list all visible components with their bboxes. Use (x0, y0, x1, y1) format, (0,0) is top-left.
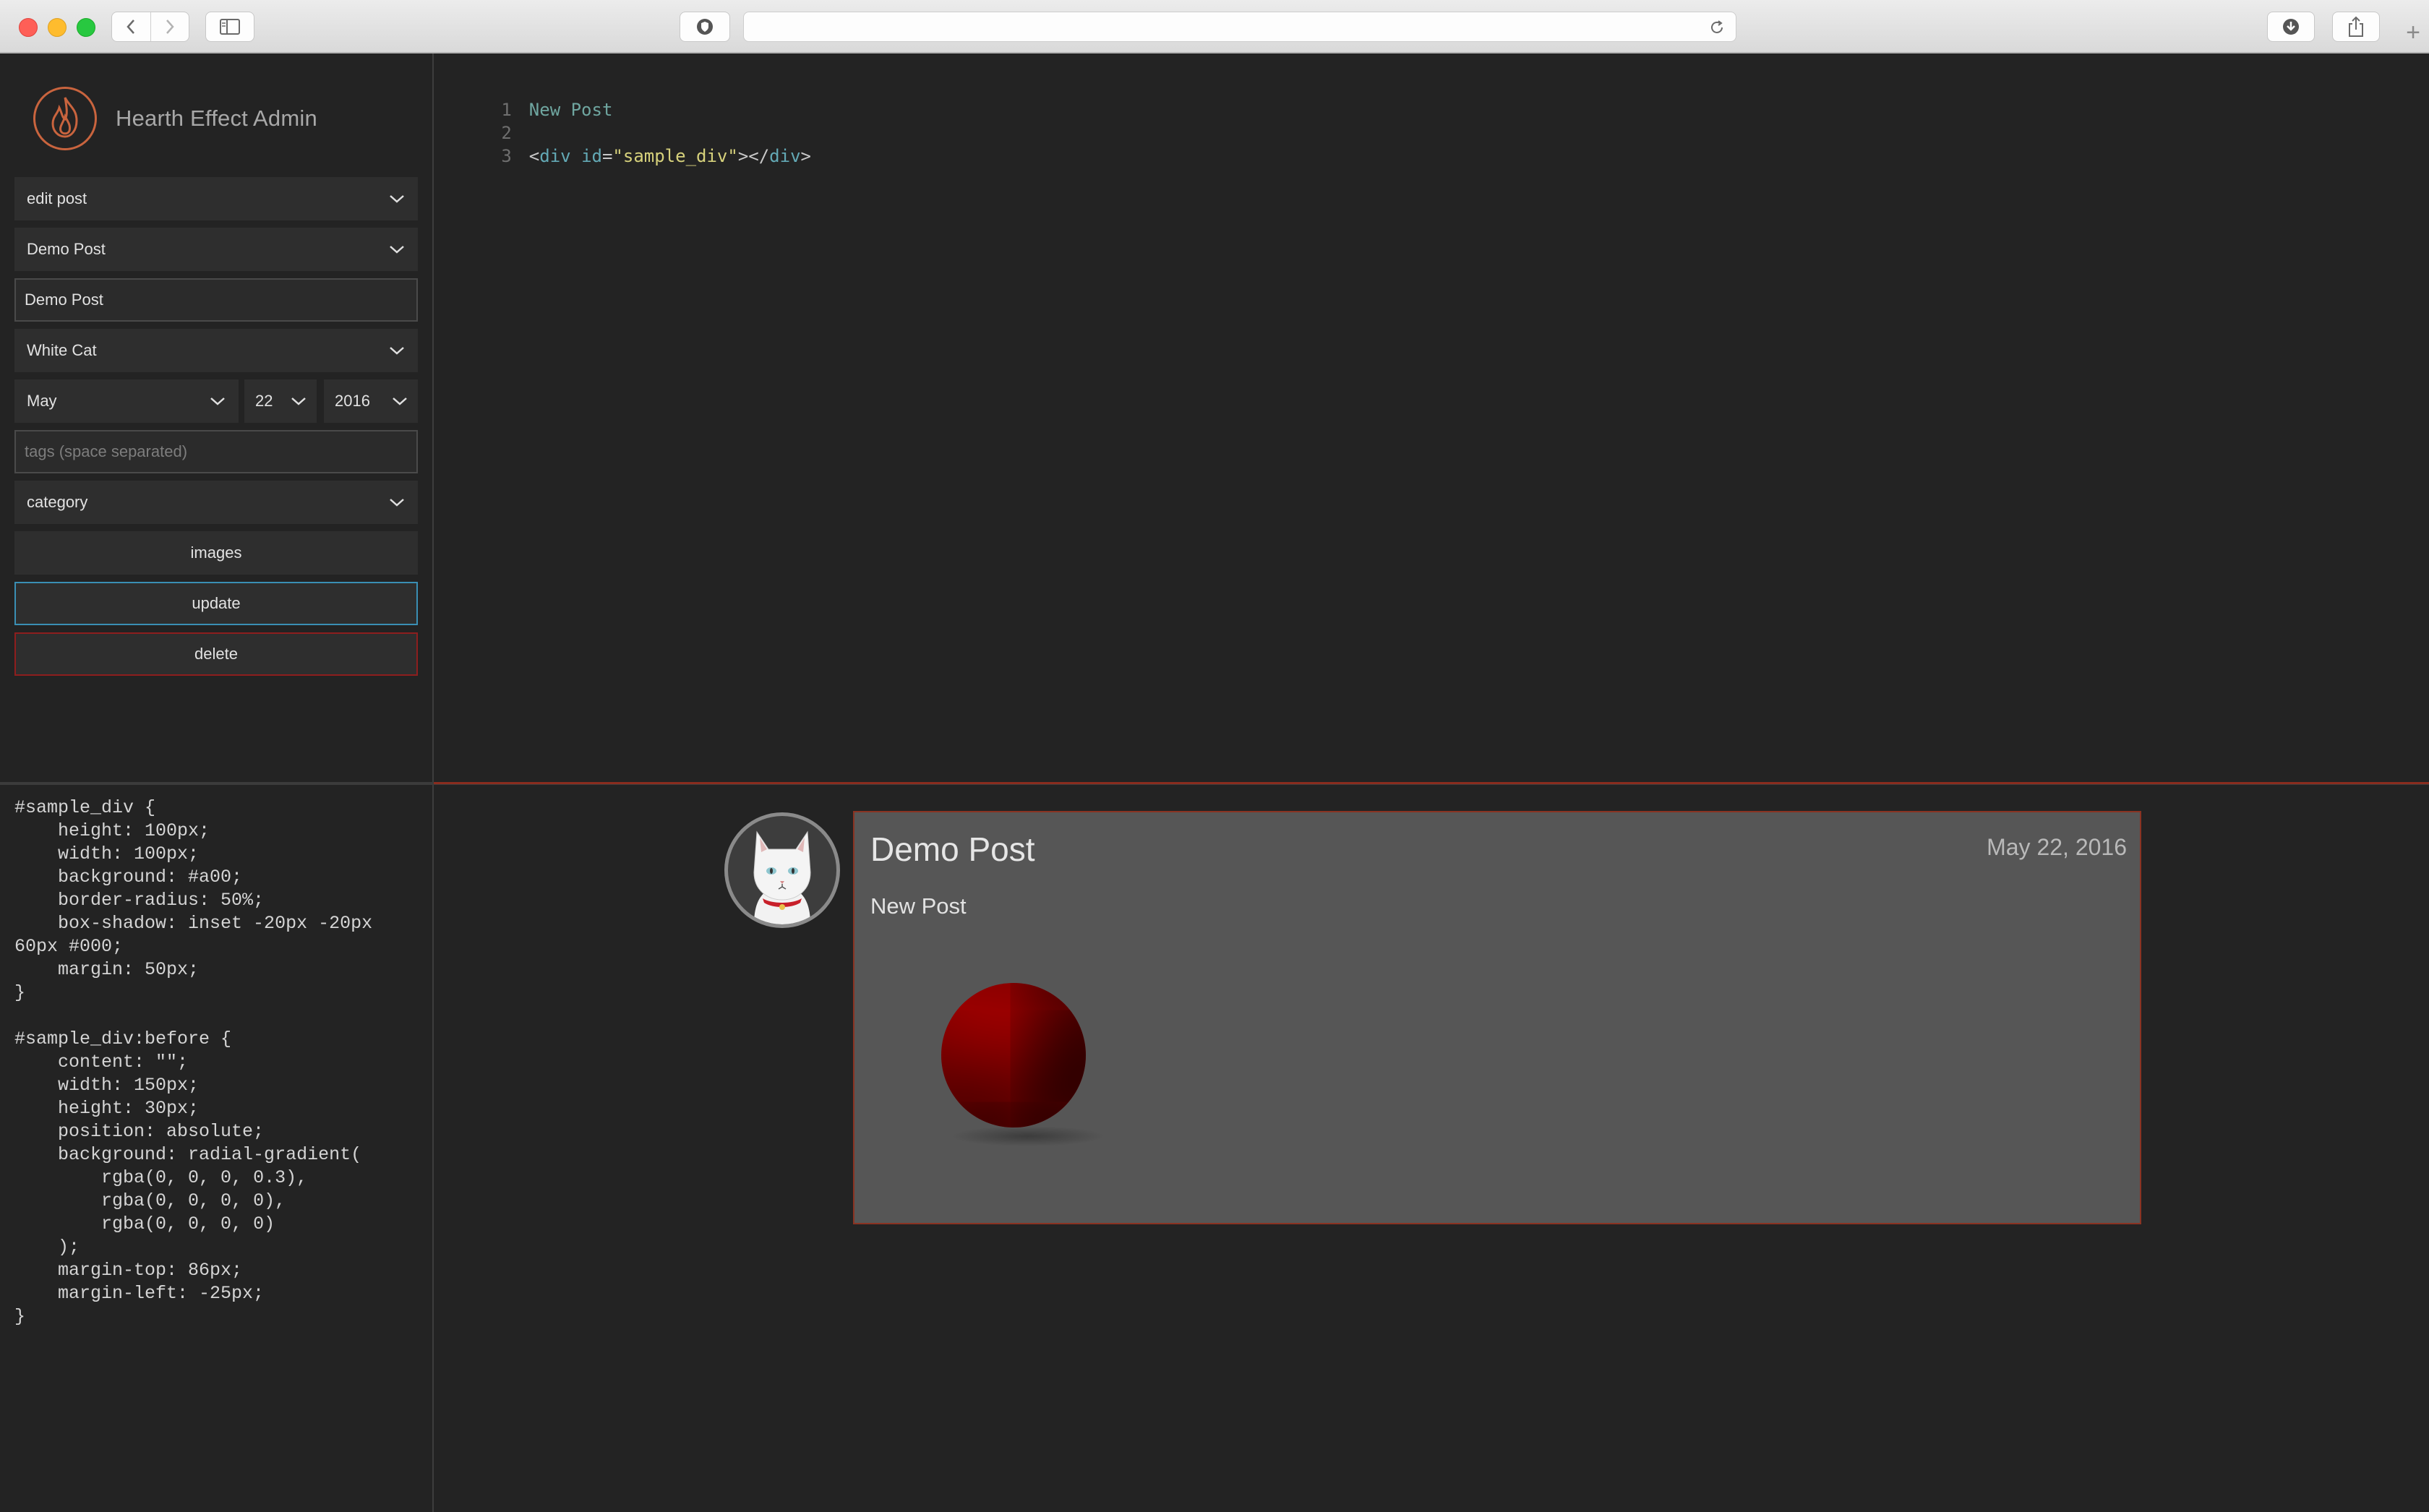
post-title: Demo Post (870, 830, 1035, 868)
update-button[interactable]: update (14, 582, 418, 625)
privacy-button[interactable] (680, 12, 730, 42)
category-select-value: category (27, 493, 88, 511)
post-select-value: Demo Post (27, 240, 106, 258)
html-editor[interactable]: 1 New Post 2 3 <div id="sample_div"></div> (434, 53, 2429, 782)
year-select-value: 2016 (335, 392, 370, 410)
line-number: 3 (501, 146, 512, 166)
sample-div-shadow (920, 1122, 1136, 1151)
mode-select[interactable]: edit post (14, 177, 418, 220)
author-select-value: White Cat (27, 341, 97, 359)
shield-icon (697, 19, 713, 35)
close-window-button[interactable] (19, 18, 38, 37)
address-bar[interactable] (743, 12, 1736, 42)
back-button[interactable] (112, 12, 150, 41)
css-code: #sample_div { height: 100px; width: 100p… (14, 797, 373, 1327)
chevron-down-icon (390, 195, 404, 203)
token-punctuation: = (601, 146, 613, 166)
token-punctuation: > (800, 146, 811, 166)
downloads-button[interactable] (2267, 12, 2315, 42)
divider-accent (434, 782, 2429, 784)
white-cat-icon (753, 830, 811, 924)
download-icon (2283, 19, 2299, 35)
forward-button[interactable] (150, 12, 189, 41)
app-title: Hearth Effect Admin (116, 106, 317, 131)
chevron-left-icon (127, 20, 135, 34)
delete-button[interactable]: delete (14, 632, 418, 676)
editor-line: 2 (434, 98, 529, 143)
post-select[interactable]: Demo Post (14, 228, 418, 271)
new-tab-button[interactable]: + (2397, 12, 2429, 53)
chevron-down-icon (390, 246, 404, 254)
chevron-down-icon (210, 398, 225, 405)
editor-line: 1 New Post (434, 75, 612, 120)
chevron-down-icon (390, 499, 404, 507)
post-date: May 22, 2016 (1987, 834, 2127, 860)
token-attribute: id (581, 146, 602, 166)
post-title-value: Demo Post (25, 291, 103, 309)
post-body: New Post (870, 893, 967, 919)
browser-toolbar: + (0, 0, 2429, 53)
token-punctuation: < (528, 146, 540, 166)
css-editor[interactable]: #sample_div { height: 100px; width: 100p… (0, 785, 432, 1512)
sidebar-icon (220, 19, 240, 35)
images-button[interactable]: images (14, 531, 418, 575)
year-select[interactable]: 2016 (324, 379, 418, 423)
mode-select-value: edit post (27, 189, 87, 207)
share-icon (2349, 16, 2363, 37)
author-select[interactable]: White Cat (14, 329, 418, 372)
tags-input[interactable]: tags (space separated) (14, 430, 418, 473)
flame-logo-icon (33, 87, 97, 150)
category-select[interactable]: category (14, 481, 418, 524)
token-string: "sample_div" (612, 146, 738, 166)
chevron-down-icon (390, 347, 404, 355)
day-select-value: 22 (255, 392, 273, 410)
tags-placeholder: tags (space separated) (25, 442, 188, 460)
chevron-right-icon (166, 20, 174, 34)
token-tag: div (539, 146, 571, 166)
reload-icon[interactable] (1708, 19, 1726, 36)
share-button[interactable] (2332, 12, 2380, 42)
chevron-down-icon (291, 398, 306, 405)
month-select[interactable]: May (14, 379, 239, 423)
token-punctuation: ></ (737, 146, 770, 166)
editor-line: 3 <div id="sample_div"></div> (434, 121, 811, 166)
brand: Hearth Effect Admin (33, 86, 317, 151)
zoom-window-button[interactable] (77, 18, 95, 37)
chevron-down-icon (393, 398, 407, 405)
post-preview: Demo Post May 22, 2016 New Post (434, 785, 2429, 1512)
day-select[interactable]: 22 (244, 379, 317, 423)
minimize-window-button[interactable] (48, 18, 67, 37)
month-select-value: May (27, 392, 57, 410)
history-navigation (111, 12, 189, 42)
author-avatar (724, 812, 840, 928)
post-title-input[interactable]: Demo Post (14, 278, 418, 322)
sidebar-toggle-button[interactable] (205, 12, 254, 42)
editor-text: New Post (528, 100, 613, 120)
token-tag: div (769, 146, 801, 166)
sample-div-sphere (941, 983, 1086, 1127)
admin-sidebar: Hearth Effect Admin edit post Demo Post … (0, 53, 432, 782)
post-card: Demo Post May 22, 2016 New Post (853, 811, 2141, 1224)
